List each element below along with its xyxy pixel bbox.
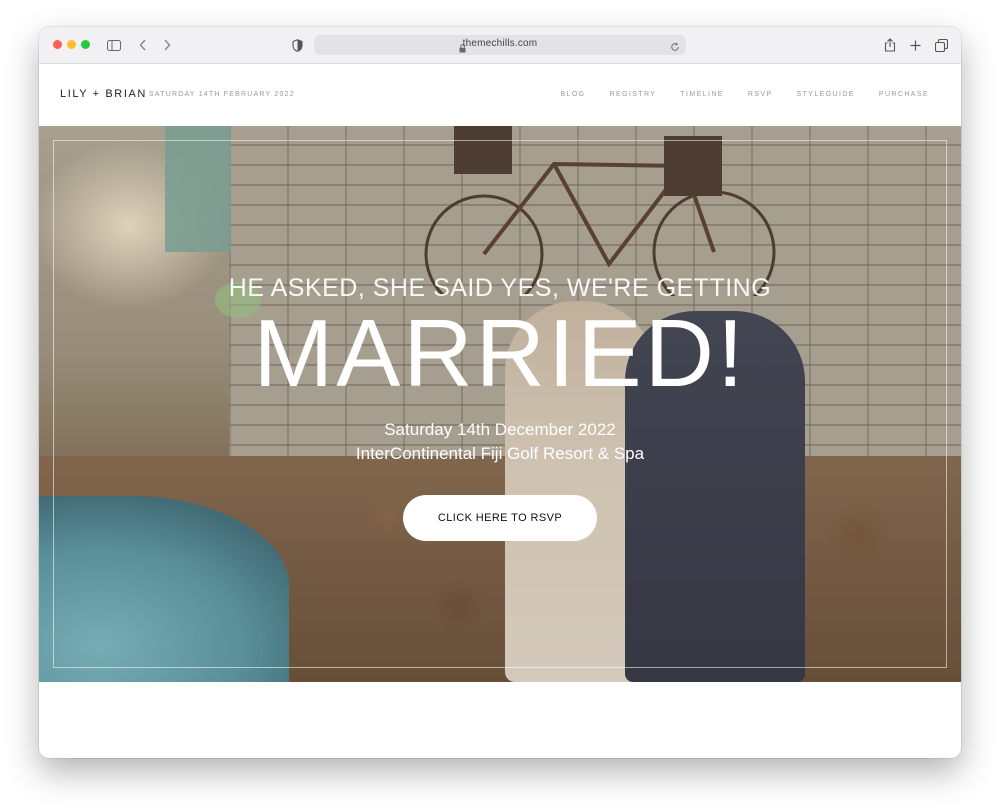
- browser-window: themechills.com LILY + BRIAN SATURDAY 14…: [39, 27, 961, 758]
- minimize-window-dot[interactable]: [67, 40, 76, 49]
- shield-icon[interactable]: [289, 37, 305, 53]
- sidebar-icon[interactable]: [106, 37, 122, 53]
- hero-title: MARRIED!: [253, 300, 747, 407]
- main-nav: BLOG REGISTRY TIMELINE RSVP STYLEGUIDE P…: [536, 91, 929, 98]
- rsvp-button[interactable]: CLICK HERE TO RSVP: [403, 495, 597, 541]
- hero-wedding-date: Saturday 14th December 2022: [384, 420, 616, 439]
- url-text: themechills.com: [462, 38, 538, 49]
- forward-chevron-icon[interactable]: [159, 37, 175, 53]
- hero-section: HE ASKED, SHE SAID YES, WE'RE GETTING MA…: [39, 126, 961, 682]
- reload-icon[interactable]: [670, 39, 680, 57]
- tabs-icon[interactable]: [933, 37, 949, 53]
- hero-venue: InterContinental Fiji Golf Resort & Spa: [355, 444, 645, 463]
- hero-kicker-text: HE ASKED, SHE SAID YES, WE'RE GETTING: [228, 274, 772, 302]
- maximize-window-dot[interactable]: [81, 40, 90, 49]
- nav-item-purchase[interactable]: PURCHASE: [879, 91, 929, 98]
- nav-item-styleguide[interactable]: STYLEGUIDE: [797, 91, 855, 98]
- header-wedding-date: SATURDAY 14TH FEBRUARY 2022: [149, 91, 295, 98]
- browser-toolbar: themechills.com: [39, 27, 961, 64]
- nav-item-rsvp[interactable]: RSVP: [748, 91, 773, 98]
- nav-item-registry[interactable]: REGISTRY: [610, 91, 657, 98]
- plus-icon[interactable]: [907, 37, 923, 53]
- brand-logo-link[interactable]: LILY + BRIAN: [60, 88, 147, 100]
- address-bar[interactable]: themechills.com: [314, 35, 686, 55]
- back-chevron-icon[interactable]: [135, 37, 151, 53]
- site-header: LILY + BRIAN SATURDAY 14TH FEBRUARY 2022…: [39, 64, 961, 126]
- close-window-dot[interactable]: [53, 40, 62, 49]
- nav-item-timeline[interactable]: TIMELINE: [680, 91, 723, 98]
- share-icon[interactable]: [882, 37, 898, 53]
- nav-item-blog[interactable]: BLOG: [560, 91, 585, 98]
